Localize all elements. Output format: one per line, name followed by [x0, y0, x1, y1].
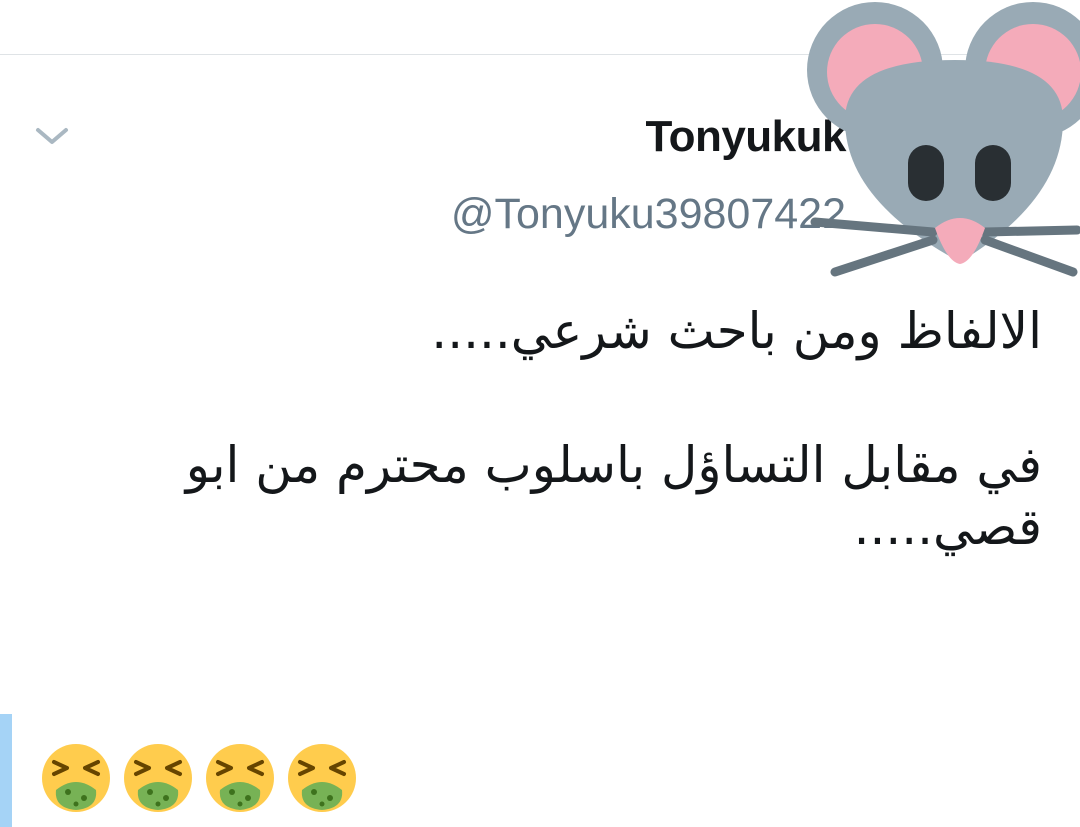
tweet-text-line: في مقابل التساؤل باسلوب محترم من ابو	[185, 436, 1042, 494]
chevron-down-icon[interactable]	[34, 122, 70, 150]
tweet-text-line: قصي.....	[853, 498, 1042, 556]
mouse-face-icon[interactable]	[805, 0, 1080, 290]
tweet-text-spacer	[82, 362, 1042, 434]
author-handle[interactable]: @Tonyuku39807422	[451, 190, 846, 239]
face-vomiting-icon	[288, 744, 356, 812]
face-vomiting-icon	[42, 744, 110, 812]
emoji-row	[40, 742, 358, 822]
face-vomiting-icon	[206, 744, 274, 812]
thread-indicator-bar	[0, 714, 12, 827]
tweet-text: الالفاظ ومن باحث شرعي..... في مقابل التس…	[82, 300, 1042, 558]
tweet-text-line: الالفاظ ومن باحث شرعي.....	[431, 302, 1042, 360]
face-vomiting-icon	[124, 744, 192, 812]
